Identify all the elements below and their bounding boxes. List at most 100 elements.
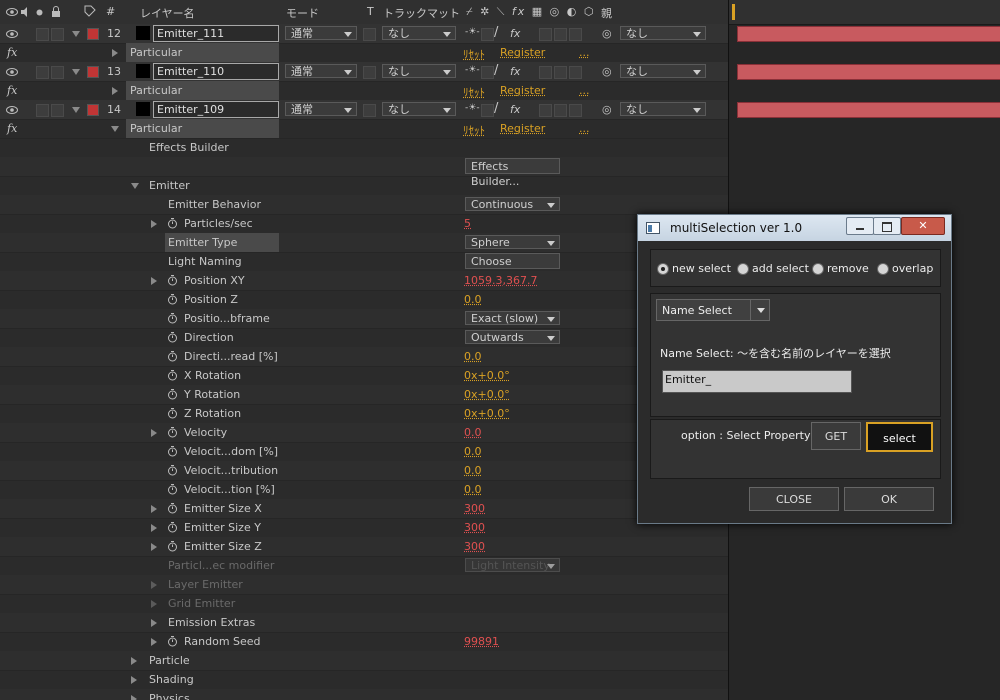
name-input[interactable]: Emitter_ xyxy=(662,370,852,393)
property-button[interactable]: Effects Builder... xyxy=(465,158,560,174)
expand-triangle-icon[interactable] xyxy=(131,676,137,684)
property-label[interactable]: X Rotation xyxy=(184,369,241,382)
property-row[interactable]: Positio...bframe Exact (slow) xyxy=(0,309,728,329)
expand-triangle-icon[interactable] xyxy=(72,107,80,113)
expand-triangle-icon[interactable] xyxy=(151,543,157,551)
expand-triangle-icon[interactable] xyxy=(151,505,157,513)
stopwatch-icon[interactable] xyxy=(167,426,178,438)
property-label[interactable]: Emission Extras xyxy=(168,616,255,629)
collapse-switch-icon[interactable]: / xyxy=(494,101,498,116)
property-row[interactable]: Random Seed 99891 xyxy=(0,632,728,652)
quality-toggle[interactable] xyxy=(481,104,494,117)
radio-overlap[interactable] xyxy=(877,263,889,275)
property-label[interactable]: Emitter Size Z xyxy=(184,540,262,553)
property-row[interactable]: Direction Outwards xyxy=(0,328,728,348)
reset-link[interactable]: ﾘｾｯﾄ xyxy=(463,46,485,62)
track-matte-dropdown[interactable]: なし xyxy=(382,102,456,116)
layer-name-field[interactable]: Emitter_111 xyxy=(153,25,279,42)
property-label[interactable]: Velocity xyxy=(184,426,227,439)
property-label[interactable]: Emitter xyxy=(149,179,190,192)
property-row[interactable]: Grid Emitter xyxy=(0,594,728,614)
more-link[interactable]: ... xyxy=(579,122,590,135)
select-button[interactable]: select xyxy=(866,422,933,452)
adjustment-toggle[interactable] xyxy=(554,104,567,117)
property-row[interactable]: Emitter Size Z 300 xyxy=(0,537,728,557)
audio-toggle[interactable] xyxy=(36,66,49,79)
property-row[interactable]: Particles/sec 5 xyxy=(0,214,728,234)
eye-icon[interactable] xyxy=(6,7,18,17)
property-label[interactable]: Directi...read [%] xyxy=(184,350,278,363)
stopwatch-icon[interactable] xyxy=(167,407,178,419)
blend-mode-dropdown[interactable]: 通常 xyxy=(285,64,357,78)
property-value[interactable]: 99891 xyxy=(464,635,499,648)
effect-row[interactable]: fx Particular ﾘｾｯﾄ Register... xyxy=(0,43,728,63)
stopwatch-icon[interactable] xyxy=(167,217,178,229)
property-row[interactable]: Position XY 1059.3,367.7 xyxy=(0,271,728,291)
property-row[interactable]: Effects Builder... xyxy=(0,157,728,177)
expand-triangle-icon[interactable] xyxy=(72,31,80,37)
fx-icon[interactable]: fx xyxy=(7,122,17,135)
preserve-transparency-toggle[interactable] xyxy=(363,104,376,117)
register-link[interactable]: Register xyxy=(500,122,545,135)
property-row[interactable]: Emitter Size Y 300 xyxy=(0,518,728,538)
fx-switch-icon[interactable]: fx xyxy=(510,27,520,40)
property-row[interactable]: Velocit...tion [%] 0.0 xyxy=(0,480,728,500)
close-button[interactable]: CLOSE xyxy=(749,487,839,511)
eye-icon[interactable] xyxy=(6,105,18,115)
property-value[interactable]: 300 xyxy=(464,521,485,534)
layer-row[interactable]: 12 Emitter_111 通常 なし -☀- / fx ◎ なし xyxy=(0,24,728,44)
get-button[interactable]: GET xyxy=(811,422,861,450)
stopwatch-icon[interactable] xyxy=(167,293,178,305)
expand-triangle-icon[interactable] xyxy=(131,657,137,665)
property-row[interactable]: Particle xyxy=(0,651,728,671)
effect-row[interactable]: fx Particular ﾘｾｯﾄ Register... xyxy=(0,81,728,101)
parent-dropdown[interactable]: なし xyxy=(620,102,706,116)
property-label[interactable]: Positio...bframe xyxy=(184,312,270,325)
expand-triangle-icon[interactable] xyxy=(151,429,157,437)
property-value[interactable]: 0x+0.0° xyxy=(464,388,510,401)
quality-toggle[interactable] xyxy=(481,28,494,41)
property-value[interactable]: 0.0 xyxy=(464,350,482,363)
lock-toggle[interactable] xyxy=(51,28,64,41)
layer-bar-14[interactable] xyxy=(737,102,1000,118)
property-row[interactable]: Effects Builder xyxy=(0,138,728,158)
fx-icon[interactable]: fx xyxy=(7,84,17,97)
property-label[interactable]: Particles/sec xyxy=(184,217,253,230)
minimize-button[interactable] xyxy=(846,217,874,235)
expand-triangle-icon[interactable] xyxy=(111,126,119,132)
shy-switch-icon[interactable]: -☀- xyxy=(465,27,480,37)
track-matte-dropdown[interactable]: なし xyxy=(382,26,456,40)
property-dropdown[interactable]: Sphere xyxy=(465,235,560,249)
motion-blur-toggle[interactable] xyxy=(539,104,552,117)
stopwatch-icon[interactable] xyxy=(167,331,178,343)
layer-bar-12[interactable] xyxy=(737,26,1000,42)
speaker-icon[interactable] xyxy=(20,7,32,17)
expand-triangle-icon[interactable] xyxy=(131,695,137,700)
property-value[interactable]: 0x+0.0° xyxy=(464,407,510,420)
label-tag-icon[interactable] xyxy=(84,5,96,17)
expand-triangle-icon[interactable] xyxy=(131,183,139,189)
property-label[interactable]: Emitter Type xyxy=(168,236,237,249)
property-row[interactable]: Light NamingChoose Names... xyxy=(0,252,728,272)
collapse-switch-icon[interactable]: / xyxy=(494,25,498,40)
label-color-swatch[interactable] xyxy=(87,28,99,40)
property-row[interactable]: Velocit...tribution 0.0 xyxy=(0,461,728,481)
property-label[interactable]: Velocit...tribution xyxy=(184,464,278,477)
parent-dropdown[interactable]: なし xyxy=(620,64,706,78)
property-value[interactable]: 1059.3,367.7 xyxy=(464,274,537,287)
adjustment-toggle[interactable] xyxy=(554,28,567,41)
property-value[interactable]: 0.0 xyxy=(464,445,482,458)
fx-switch-icon[interactable]: fx xyxy=(510,103,520,116)
label-color-swatch[interactable] xyxy=(87,104,99,116)
layer-name-field[interactable]: Emitter_109 xyxy=(153,101,279,118)
property-row[interactable]: Velocit...dom [%] 0.0 xyxy=(0,442,728,462)
maximize-button[interactable] xyxy=(873,217,901,235)
property-row[interactable]: Emitter Size X 300 xyxy=(0,499,728,519)
property-row[interactable]: Y Rotation 0x+0.0° xyxy=(0,385,728,405)
property-button[interactable]: Choose Names... xyxy=(465,253,560,269)
property-label[interactable]: Position Z xyxy=(184,293,238,306)
time-ruler[interactable] xyxy=(729,0,1000,25)
register-link[interactable]: Register xyxy=(500,84,545,97)
layer-row[interactable]: 14 Emitter_109 通常 なし -☀- / fx ◎ なし xyxy=(0,100,728,120)
property-label[interactable]: Particle xyxy=(149,654,190,667)
